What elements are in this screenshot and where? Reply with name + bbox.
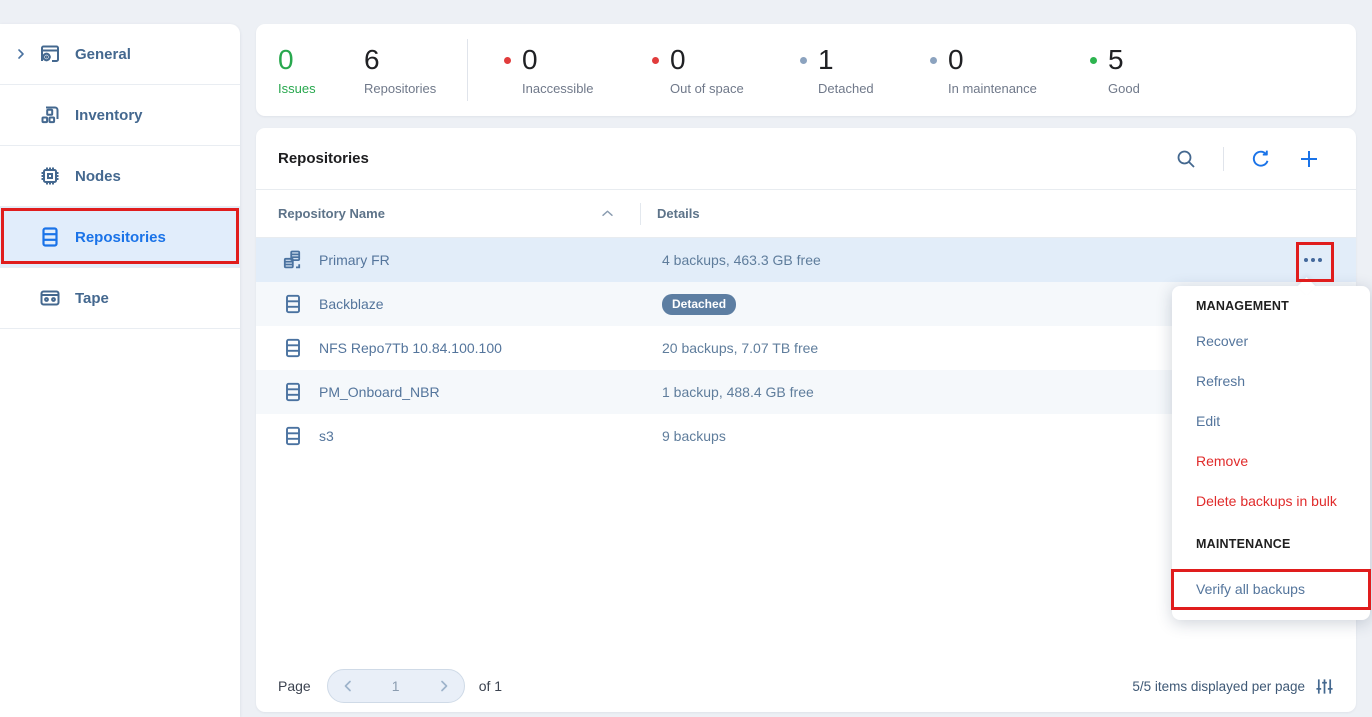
repository-icon [283, 426, 303, 446]
refresh-icon[interactable] [1250, 148, 1272, 170]
toolbar-divider [1223, 147, 1224, 171]
menu-item-edit[interactable]: Edit [1172, 401, 1370, 441]
repository-icon [283, 294, 303, 314]
sidebar-item-nodes[interactable]: Nodes [0, 146, 240, 207]
tape-icon [38, 286, 62, 310]
stat-repositories-label: Repositories [364, 81, 467, 96]
sidebar-item-inventory[interactable]: Inventory [0, 85, 240, 146]
panel-toolbar [1175, 147, 1320, 171]
panel-title: Repositories [278, 150, 369, 167]
sidebar-item-label: General [75, 46, 131, 63]
gray-status-dot [800, 57, 807, 64]
items-per-page-label: 5/5 items displayed per page [1132, 679, 1305, 694]
scale-out-repository-icon [283, 250, 303, 270]
pagination-control: 1 [327, 669, 465, 703]
inventory-icon [38, 103, 62, 127]
stat-out-of-space: 0 Out of space [652, 44, 800, 96]
sidebar-item-repositories[interactable]: Repositories [0, 207, 240, 268]
page-count-label: of 1 [479, 678, 502, 694]
stat-good-label: Good [1090, 81, 1190, 96]
sidebar-item-general[interactable]: General [0, 24, 240, 85]
stat-inaccessible: 0 Inaccessible [504, 44, 652, 96]
repositories-icon [38, 225, 62, 249]
menu-section-management: MANAGEMENT [1172, 286, 1370, 321]
stat-in-maintenance: 0 In maintenance [930, 44, 1090, 96]
repository-name[interactable]: Primary FR [319, 252, 662, 268]
gray-status-dot [930, 57, 937, 64]
next-page-icon[interactable] [437, 679, 451, 693]
page-label: Page [278, 678, 311, 694]
menu-item-recover[interactable]: Recover [1172, 321, 1370, 361]
sliders-icon[interactable] [1315, 677, 1334, 696]
menu-section-maintenance: MAINTENANCE [1172, 521, 1370, 567]
sort-ascending-icon[interactable] [601, 209, 614, 218]
row-context-menu: MANAGEMENT Recover Refresh Edit Remove D… [1172, 286, 1370, 620]
sidebar: General Inventory Nodes [0, 24, 240, 717]
search-icon[interactable] [1175, 148, 1197, 170]
stat-out-of-space-value: 0 [670, 44, 686, 76]
stat-repositories: 6 Repositories [364, 44, 467, 96]
stat-good-value: 5 [1108, 44, 1124, 76]
repository-details: 9 backups [662, 428, 726, 444]
detached-status-badge: Detached [662, 294, 736, 315]
previous-page-icon[interactable] [341, 679, 355, 693]
add-icon[interactable] [1298, 148, 1320, 170]
sidebar-item-label: Repositories [75, 229, 166, 246]
stat-issues: 0 Issues [278, 44, 364, 96]
menu-item-delete-backups-in-bulk[interactable]: Delete backups in bulk [1172, 481, 1370, 521]
repository-name[interactable]: s3 [319, 428, 662, 444]
table-header: Repository Name Details [256, 190, 1356, 238]
summary-stats-bar: 0 Issues 6 Repositories 0 Inaccessible 0… [256, 24, 1356, 116]
stat-issues-value: 0 [278, 44, 364, 76]
column-header-repository-name[interactable]: Repository Name [278, 206, 385, 221]
stat-detached: 1 Detached [800, 44, 930, 96]
stat-detached-label: Detached [800, 81, 930, 96]
panel-header: Repositories [256, 128, 1356, 190]
repository-icon [283, 338, 303, 358]
stat-detached-value: 1 [818, 44, 834, 76]
repository-name[interactable]: Backblaze [319, 296, 662, 312]
red-status-dot [504, 57, 511, 64]
menu-item-verify-all-backups[interactable]: Verify all backups [1172, 567, 1370, 611]
stat-out-of-space-label: Out of space [652, 81, 800, 96]
stat-issues-label: Issues [278, 81, 364, 96]
menu-item-refresh[interactable]: Refresh [1172, 361, 1370, 401]
sidebar-item-tape[interactable]: Tape [0, 268, 240, 329]
stat-inaccessible-label: Inaccessible [504, 81, 652, 96]
table-footer: Page 1 of 1 5/5 items displayed per page [256, 660, 1356, 712]
repository-name[interactable]: PM_Onboard_NBR [319, 384, 662, 400]
current-page-number[interactable]: 1 [392, 678, 400, 694]
nodes-icon [38, 164, 62, 188]
sidebar-item-label: Tape [75, 290, 109, 307]
sidebar-item-label: Nodes [75, 168, 121, 185]
chevron-right-icon[interactable] [14, 47, 28, 61]
red-status-dot [652, 57, 659, 64]
stat-repositories-value: 6 [364, 44, 467, 76]
stats-divider [467, 39, 468, 101]
repository-details: 1 backup, 488.4 GB free [662, 384, 814, 400]
repository-details: 4 backups, 463.3 GB free [662, 252, 821, 268]
stat-good: 5 Good [1090, 44, 1190, 96]
menu-item-remove[interactable]: Remove [1172, 441, 1370, 481]
sidebar-item-label: Inventory [75, 107, 143, 124]
green-status-dot [1090, 57, 1097, 64]
stat-in-maintenance-label: In maintenance [930, 81, 1090, 96]
general-icon [38, 42, 62, 66]
stat-in-maintenance-value: 0 [948, 44, 964, 76]
table-row[interactable]: Primary FR 4 backups, 463.3 GB free [256, 238, 1356, 282]
repository-name[interactable]: NFS Repo7Tb 10.84.100.100 [319, 340, 662, 356]
repository-icon [283, 382, 303, 402]
row-actions-menu-button[interactable] [1295, 242, 1331, 278]
stat-inaccessible-value: 0 [522, 44, 538, 76]
column-header-details[interactable]: Details [641, 206, 700, 221]
repository-details: 20 backups, 7.07 TB free [662, 340, 818, 356]
